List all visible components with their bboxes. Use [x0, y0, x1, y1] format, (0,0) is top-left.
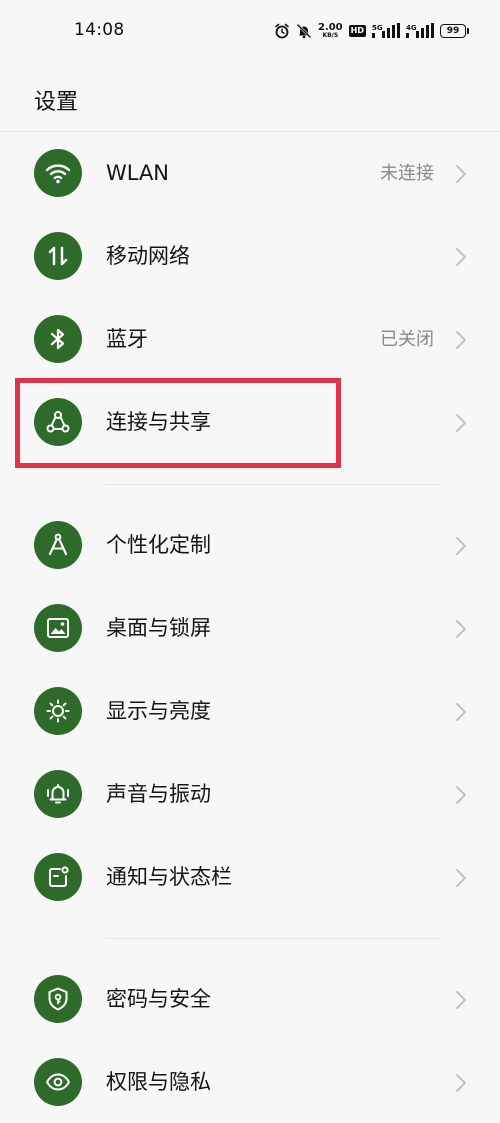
signal-icon: 5G [372, 23, 400, 39]
setting-item-mobile-network[interactable]: 移动网络 [0, 215, 500, 297]
setting-item-label: 个性化定制 [106, 533, 211, 557]
status-time: 14:08 [74, 20, 125, 40]
setting-item-display-brightness[interactable]: 显示与亮度 [0, 670, 500, 752]
alarm-icon [274, 23, 290, 39]
setting-item-label: 密码与安全 [106, 987, 211, 1011]
setting-item-value: 未连接 [380, 163, 434, 184]
mobile-network-icon [34, 232, 82, 280]
setting-item-home-lock-screen[interactable]: 桌面与锁屏 [0, 587, 500, 669]
setting-item-label: 桌面与锁屏 [106, 616, 211, 640]
setting-item-label: 权限与隐私 [106, 1070, 211, 1094]
brightness-icon [34, 687, 82, 735]
setting-item-bluetooth[interactable]: 蓝牙 已关闭 [0, 298, 500, 380]
setting-item-personalization[interactable]: 个性化定制 [0, 504, 500, 586]
bluetooth-icon [34, 315, 82, 363]
chevron-right-icon [456, 1074, 466, 1092]
section-divider [106, 938, 440, 939]
status-bar: 14:08 2.00 KB/S HD 5G 4G 99 [0, 0, 500, 64]
setting-item-value: 已关闭 [380, 329, 434, 350]
share-icon [34, 398, 82, 446]
setting-item-label: 移动网络 [106, 244, 190, 268]
battery-icon: 99 [440, 24, 469, 38]
chevron-right-icon [456, 786, 466, 804]
battery-level: 99 [446, 25, 460, 36]
setting-item-label: 声音与振动 [106, 782, 211, 806]
signal1-label: 5G [372, 24, 383, 32]
setting-item-password-security[interactable]: 密码与安全 [0, 958, 500, 1040]
network-speed: 2.00 KB/S [318, 23, 343, 39]
setting-item-sound-vibration[interactable]: 声音与振动 [0, 753, 500, 835]
setting-item-label: 通知与状态栏 [106, 865, 232, 889]
setting-item-label: 蓝牙 [106, 327, 148, 351]
page-title: 设置 [34, 90, 79, 115]
chevron-right-icon [456, 414, 466, 432]
chevron-right-icon [456, 620, 466, 638]
shield-icon [34, 975, 82, 1023]
bell-icon [34, 770, 82, 818]
setting-item-label: 连接与共享 [106, 410, 211, 434]
network-speed-unit: KB/S [322, 32, 339, 39]
eye-icon [34, 1058, 82, 1106]
status-icons: 2.00 KB/S HD 5G 4G 99 [274, 19, 469, 43]
chevron-right-icon [456, 869, 466, 887]
wifi-icon [34, 149, 82, 197]
picture-icon [34, 604, 82, 652]
compass-icon [34, 521, 82, 569]
setting-item-notifications-status-bar[interactable]: 通知与状态栏 [0, 836, 500, 918]
section-divider [106, 484, 440, 485]
chevron-right-icon [456, 537, 466, 555]
mute-icon [296, 23, 312, 39]
notification-icon [34, 853, 82, 901]
chevron-right-icon [456, 248, 466, 266]
setting-item-label: 显示与亮度 [106, 699, 211, 723]
signal2-label: 4G [406, 24, 417, 32]
chevron-right-icon [456, 331, 466, 349]
chevron-right-icon [456, 165, 466, 183]
setting-item-connection-sharing[interactable]: 连接与共享 [0, 381, 500, 463]
setting-item-wlan[interactable]: WLAN 未连接 [0, 132, 500, 214]
signal-icon: 4G [406, 23, 434, 39]
setting-item-label: WLAN [106, 161, 170, 185]
hd-badge: HD [348, 25, 366, 37]
chevron-right-icon [456, 703, 466, 721]
chevron-right-icon [456, 991, 466, 1009]
